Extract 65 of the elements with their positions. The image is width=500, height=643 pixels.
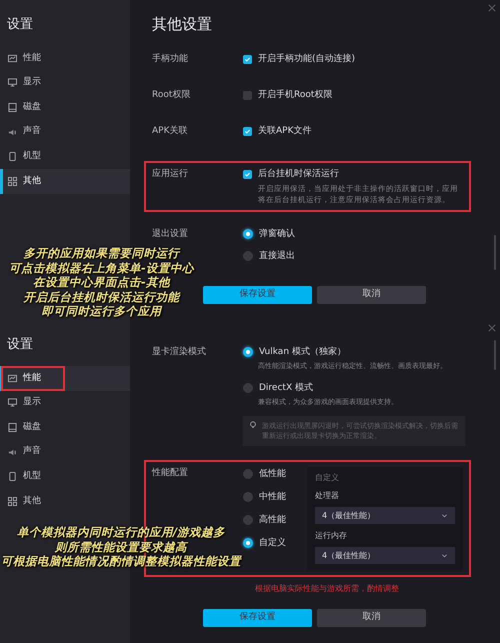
sidebar-item[interactable]: 性能 (0, 366, 130, 391)
cancel-button[interactable]: 取消 (317, 286, 426, 304)
sidebar-item[interactable]: 性能 (0, 46, 130, 71)
sidebar-item[interactable]: 机型 (0, 144, 130, 169)
speaker-icon (8, 128, 17, 137)
check-icon (244, 56, 251, 62)
sidebar-item[interactable]: 其他 (0, 488, 130, 514)
sidebar-item[interactable]: 声音 (0, 120, 130, 144)
scrollbar-thumb[interactable] (494, 235, 496, 270)
sidebar-title: 设置 (6, 16, 34, 34)
save-button[interactable]: 保存设置 (203, 286, 312, 304)
checkbox[interactable]: 开启手机Root权限 (243, 89, 332, 101)
sidebar-item[interactable]: 其他 (0, 168, 130, 194)
checkbox[interactable]: 关联APK文件 (243, 125, 312, 137)
sidebar-item[interactable]: 显示 (0, 70, 130, 96)
checkbox[interactable]: 开启手柄功能(自动连接) (243, 53, 356, 65)
grid-icon (8, 176, 17, 186)
radio-option[interactable]: DirectX 模式 (243, 382, 493, 394)
setting-label: 手柄功能 (152, 53, 189, 65)
bulb-icon (249, 421, 257, 429)
radio-option[interactable]: 自定义 (243, 537, 301, 549)
field-label: 处理器 (315, 490, 340, 502)
setting-label: APK关联 (152, 125, 188, 137)
chevron-icon (441, 512, 448, 519)
sidebar-item[interactable]: 声音 (0, 440, 130, 464)
check-icon (244, 128, 251, 134)
cancel-button[interactable]: 取消 (317, 609, 426, 627)
setting-label: 显卡渲染模式 (152, 346, 207, 358)
phone-icon (8, 152, 17, 162)
sidebar-title: 设置 (6, 336, 34, 354)
close-icon[interactable] (488, 324, 496, 332)
field-label: 运行内存 (315, 530, 348, 542)
caption-text: 多开的应用如果需要同时运行 可点击模拟器右上角菜单-设置中心 在设置中心界面点击-其他 开启后台挂机时保活运行功能 即可同时运行多个应用 (8, 246, 196, 318)
radio-option[interactable]: 高性能 (243, 514, 301, 526)
select-field[interactable]: 4（最佳性能） (315, 547, 455, 564)
setting-label: 性能配置 (152, 467, 189, 479)
select-field[interactable]: 4（最佳性能） (315, 507, 455, 524)
check-icon (244, 170, 251, 178)
radio-option[interactable]: 直接退出 (243, 250, 295, 262)
setting-label: 退出设置 (152, 228, 189, 240)
radio-option[interactable]: Vulkan 模式（独家） (243, 346, 493, 358)
radio-option[interactable]: 弹窗确认 (243, 228, 295, 240)
monitor-icon (8, 54, 17, 63)
phone-icon (8, 472, 17, 482)
grid-icon (8, 496, 17, 506)
hint-text: 根据电脑实际性能与游戏所需，酌情调整 (255, 583, 400, 595)
checkbox[interactable]: 后台挂机时保活运行 (243, 168, 463, 180)
display-icon (8, 78, 17, 88)
display-icon (8, 398, 17, 408)
setting-label: Root权限 (152, 89, 192, 101)
custom-title: 自定义 (315, 472, 340, 484)
chevron-icon (441, 552, 448, 559)
sidebar-item[interactable]: 磁盘 (0, 415, 130, 440)
page-title: 其他设置 (152, 14, 213, 34)
setting-label: 应用运行 (152, 168, 189, 180)
radio-option[interactable]: 中性能 (243, 491, 301, 503)
monitor-icon (8, 374, 17, 383)
speaker-icon (8, 448, 17, 457)
save-button[interactable]: 保存设置 (203, 609, 312, 627)
sidebar-item[interactable]: 磁盘 (0, 95, 130, 120)
radio-option[interactable]: 低性能 (243, 468, 301, 480)
sidebar-item[interactable]: 机型 (0, 464, 130, 489)
sidebar-item[interactable]: 显示 (0, 390, 130, 416)
close-icon[interactable] (488, 4, 496, 12)
scrollbar-thumb[interactable] (494, 340, 496, 370)
